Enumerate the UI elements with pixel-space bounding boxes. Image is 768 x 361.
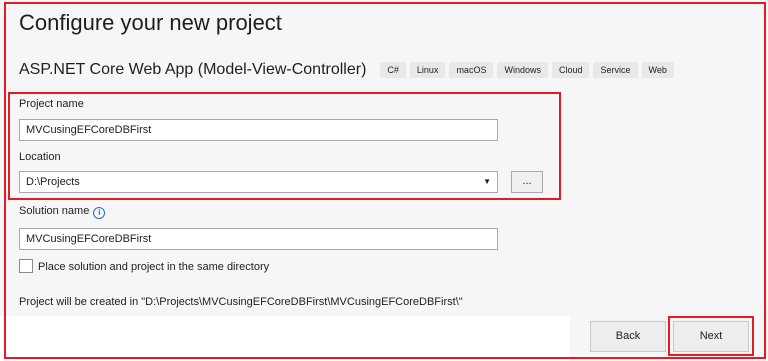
location-label: Location <box>19 151 61 163</box>
footer-spacer <box>0 316 570 361</box>
same-directory-label[interactable]: Place solution and project in the same d… <box>38 261 269 273</box>
project-name-label: Project name <box>19 98 84 110</box>
tag-csharp: C# <box>380 62 406 78</box>
info-icon[interactable]: i <box>93 207 106 219</box>
solution-name-input[interactable]: MVCusingEFCoreDBFirst <box>19 228 498 250</box>
tag-web: Web <box>641 62 674 78</box>
creation-path-text: Project will be created in "D:\Projects\… <box>19 296 463 308</box>
page-title: Configure your new project <box>19 10 282 35</box>
location-combobox[interactable]: D:\Projects ▼ <box>19 171 498 193</box>
project-name-input[interactable]: MVCusingEFCoreDBFirst <box>19 119 498 141</box>
chevron-down-icon[interactable]: ▼ <box>483 172 491 192</box>
same-directory-checkbox[interactable] <box>19 259 33 273</box>
template-name: ASP.NET Core Web App (Model-View-Control… <box>19 61 367 78</box>
solution-name-label-text: Solution name <box>19 205 90 217</box>
configure-project-dialog: Configure your new project ASP.NET Core … <box>0 0 768 361</box>
solution-name-label: Solution name i <box>19 205 106 219</box>
template-header: ASP.NET Core Web App (Model-View-Control… <box>19 59 674 81</box>
back-button[interactable]: Back <box>590 321 666 352</box>
browse-button[interactable]: ... <box>511 171 543 193</box>
next-button[interactable]: Next <box>673 321 749 352</box>
location-value: D:\Projects <box>26 176 80 188</box>
tag-linux: Linux <box>409 62 446 78</box>
tag-windows: Windows <box>497 62 548 78</box>
tag-cloud: Cloud <box>551 62 590 78</box>
tag-macos: macOS <box>449 62 494 78</box>
tag-service: Service <box>593 62 638 78</box>
